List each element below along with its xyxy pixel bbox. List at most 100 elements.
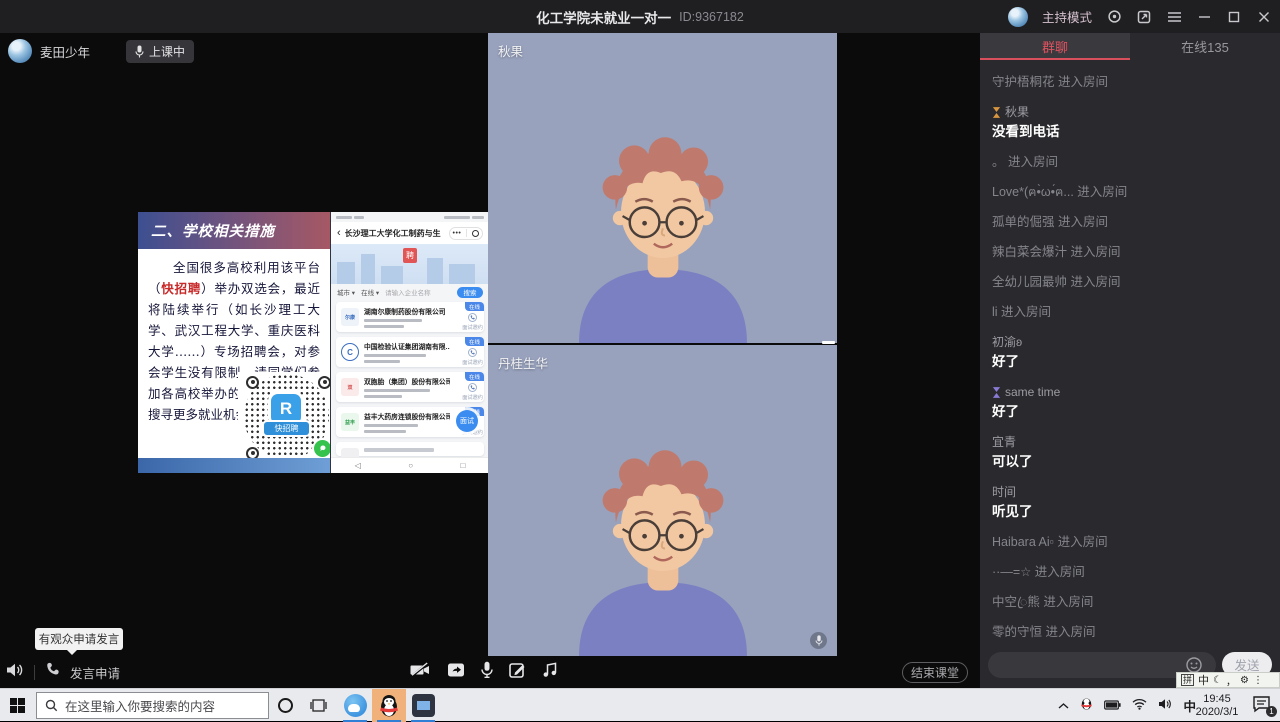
host-avatar: [1008, 7, 1028, 27]
ime-more-icon[interactable]: ⋮: [1253, 675, 1263, 686]
wifi-icon[interactable]: [1132, 697, 1147, 715]
end-class-button[interactable]: 结束课堂: [902, 662, 968, 683]
tray-chevron-icon[interactable]: [1058, 697, 1069, 715]
default-avatar: [550, 441, 776, 656]
join-notice: li 进入房间: [992, 304, 1268, 320]
ime-toolbar[interactable]: 拼 中 ☾ ， ⚙ ⋮: [1176, 672, 1280, 688]
start-button[interactable]: [0, 689, 34, 722]
divider-handle[interactable]: [822, 341, 835, 344]
video-feed[interactable]: 丹桂生华: [488, 345, 837, 656]
join-notice: 全幼儿园最帅 进入房间: [992, 274, 1268, 290]
android-recents-icon[interactable]: □: [460, 461, 465, 470]
android-nav-bar[interactable]: ◁ ○ □: [331, 457, 489, 473]
title-bar: 化工学院未就业一对一 ID:9367182 主持模式: [0, 0, 1280, 33]
tray-volume-icon[interactable]: [1158, 697, 1172, 715]
more-icon[interactable]: •••: [453, 230, 462, 237]
screen-share-icon[interactable]: [447, 662, 465, 683]
class-title: 化工学院未就业一对一: [536, 7, 671, 27]
host-mode-label[interactable]: 主持模式: [1042, 7, 1092, 26]
android-home-icon[interactable]: ○: [408, 461, 413, 470]
chat-message: same time 好了: [992, 384, 1268, 422]
clock-time: 19:45: [1203, 693, 1231, 706]
action-center-icon[interactable]: 1: [1252, 695, 1274, 715]
mic-icon[interactable]: [481, 661, 493, 683]
join-notice: 守护梧桐花 进入房间: [992, 74, 1268, 90]
classroom-app-icon: [412, 694, 435, 717]
chat-message: 宜青 可以了: [992, 434, 1268, 472]
back-icon[interactable]: ‹: [337, 227, 341, 239]
phone-filter-row: 城市 ▾ 在线 ▾ 请输入企业名称 搜索: [331, 284, 489, 300]
presentation-slide: 二、学校相关措施 全国很多高校利用该平台（快招聘）举办双选会，最近将陆续举行（如…: [138, 212, 488, 473]
phone-nav-bar: ‹ 长沙理工大学化工制药与生... •••: [331, 222, 489, 244]
maximize-icon[interactable]: [1226, 9, 1242, 25]
company-card-partial[interactable]: [336, 442, 484, 456]
taskbar-search-box[interactable]: 在这里输入你要搜索的内容: [36, 692, 269, 719]
notification-badge: 1: [1266, 706, 1277, 717]
city-filter[interactable]: 城市 ▾: [337, 287, 355, 297]
windows-logo-icon: [10, 698, 25, 713]
join-notice: 零的守恒 进入房间: [992, 624, 1268, 640]
speaking-badge-icon: [992, 387, 1001, 398]
music-icon[interactable]: [542, 662, 558, 683]
taskbar-clock[interactable]: 19:45 2020/3/1: [1190, 692, 1244, 719]
ime-fullhalf-icon[interactable]: ☾: [1213, 675, 1222, 686]
whiteboard-edit-icon[interactable]: [509, 662, 526, 683]
phone-call-icon[interactable]: [468, 313, 477, 322]
company-card[interactable]: C 中国检验认证集团湖南有限... 在线 面试邀约: [336, 337, 484, 367]
interview-float-button[interactable]: 面试: [456, 410, 478, 432]
popout-icon[interactable]: [1136, 9, 1152, 25]
exit-icon[interactable]: [472, 230, 479, 237]
chat-sidebar: 群聊 在线135 守护梧桐花 进入房间 秋果 没看到电话 。 进入房间 Love…: [980, 33, 1280, 688]
chat-message: 时间 听见了: [992, 484, 1268, 522]
ime-settings-icon[interactable]: ⚙: [1240, 675, 1249, 686]
minimize-icon[interactable]: [1196, 9, 1212, 25]
slide-title-bar: 二、学校相关措施: [138, 212, 330, 249]
speak-request-label[interactable]: 发言申请: [70, 663, 120, 682]
emoji-icon[interactable]: [1186, 657, 1202, 673]
join-notice: ··—=☆ 进入房间: [992, 564, 1268, 580]
taskbar-app-meeting[interactable]: [338, 689, 372, 722]
taskbar-app-classroom[interactable]: [406, 689, 440, 722]
search-button[interactable]: 搜索: [457, 287, 483, 298]
tab-online-members[interactable]: 在线135: [1130, 33, 1280, 60]
close-icon[interactable]: [1256, 9, 1272, 25]
settings-icon[interactable]: [1106, 9, 1122, 25]
speaking-badge-icon: [992, 107, 1001, 118]
ime-punct-icon[interactable]: ，: [1226, 673, 1236, 688]
taskbar-app-qq[interactable]: [372, 689, 406, 722]
join-notice: Haibara Ai▫ 进入房间: [992, 534, 1268, 550]
meeting-app-icon: [344, 694, 367, 717]
join-notice: Love*(ฅ•̀ω•́ฅ... 进入房间: [992, 184, 1268, 200]
battery-icon[interactable]: [1104, 697, 1121, 715]
online-filter[interactable]: 在线 ▾: [361, 287, 379, 297]
system-tray: 中: [1058, 689, 1196, 722]
control-bar: 有观众申请发言 发言申请 结束课堂: [0, 656, 980, 688]
ime-logo[interactable]: 拼: [1181, 674, 1194, 686]
menu-icon[interactable]: [1166, 9, 1182, 25]
room-id: ID:9367182: [679, 10, 744, 24]
participant-mic-icon: [810, 632, 827, 649]
task-view-icon[interactable]: [310, 697, 327, 719]
company-card[interactable]: 尔康 湖南尔康制药股份有限公司 在线 面试邀约: [336, 302, 484, 332]
phone-page-title: 长沙理工大学化工制药与生...: [345, 228, 441, 239]
chat-message-list[interactable]: 守护梧桐花 进入房间 秋果 没看到电话 。 进入房间 Love*(ฅ•̀ω•́ฅ…: [980, 60, 1280, 650]
company-card[interactable]: 双 双胞胎（集团）股份有限公司 在线 面试邀约: [336, 372, 484, 402]
camera-off-icon[interactable]: [410, 662, 431, 683]
ime-lang[interactable]: 中: [1198, 672, 1209, 688]
phone-call-icon[interactable]: [468, 348, 477, 357]
speak-request-phone-icon[interactable]: [45, 662, 60, 682]
cortana-icon[interactable]: [278, 698, 293, 713]
tray-qq-icon[interactable]: [1080, 696, 1093, 716]
presenter-info: 麦田少年 上课中: [8, 39, 194, 63]
company-search-input[interactable]: 请输入企业名称: [385, 287, 431, 297]
tab-group-chat[interactable]: 群聊: [980, 33, 1130, 60]
phone-call-icon[interactable]: [468, 383, 477, 392]
miniprogram-capsule[interactable]: •••: [449, 227, 483, 240]
company-list: 尔康 湖南尔康制药股份有限公司 在线 面试邀约 C 中国检验认证集团湖南有限..…: [331, 300, 489, 457]
qr-center-logo: R: [271, 394, 301, 424]
video-feed[interactable]: 秋果: [488, 33, 837, 343]
volume-icon[interactable]: [6, 662, 24, 683]
android-back-icon[interactable]: ◁: [355, 461, 361, 470]
speak-request-tooltip: 有观众申请发言: [35, 628, 123, 650]
phone-screenshot: ‹ 长沙理工大学化工制药与生... ••• 聘 城市 ▾ 在线 ▾ 请输入企业名…: [330, 212, 488, 473]
